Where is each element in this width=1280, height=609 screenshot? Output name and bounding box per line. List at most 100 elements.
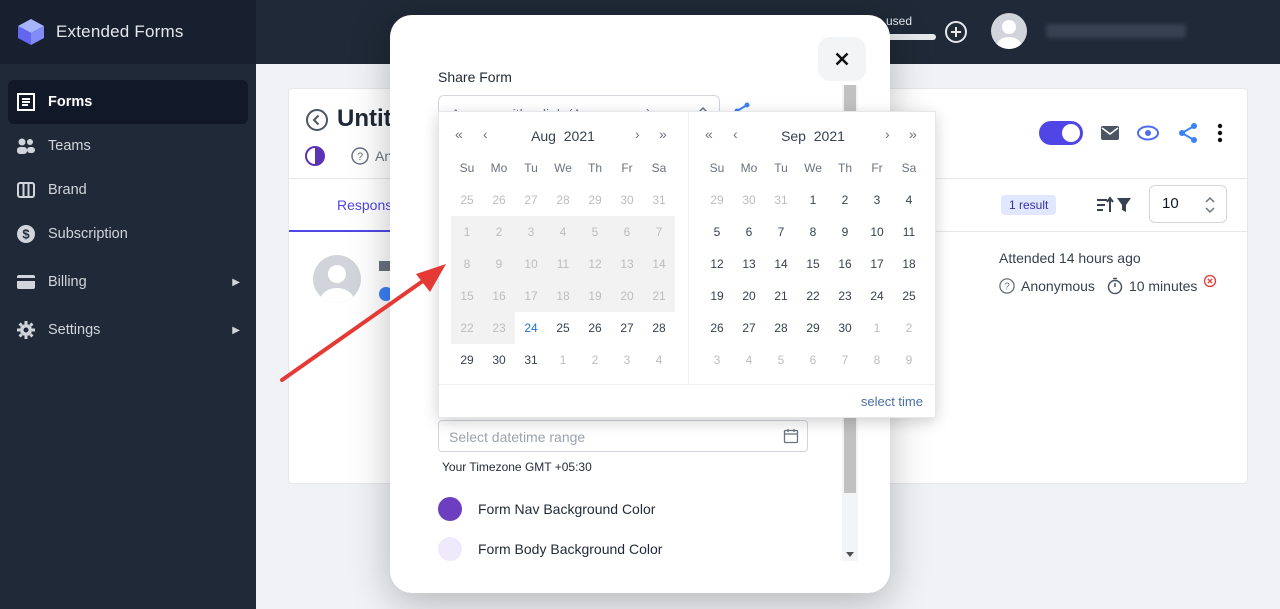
calendar-day[interactable]: 7 — [765, 216, 797, 248]
calendar-day[interactable]: 19 — [701, 280, 733, 312]
month-label[interactable]: Aug — [531, 128, 556, 144]
body-color-label: Form Body Background Color — [478, 541, 663, 557]
sidebar: Extended Forms Forms Teams Brand $ Subsc… — [0, 0, 256, 609]
timezone-label: Your Timezone GMT +05:30 — [442, 460, 592, 474]
calendar-day[interactable]: 27 — [611, 312, 643, 344]
month-title[interactable]: Sep 2021 — [689, 128, 937, 144]
chevron-up-down-icon — [1205, 196, 1215, 214]
calendar-day[interactable]: 16 — [829, 248, 861, 280]
calendar-day: 23 — [483, 312, 515, 344]
month-title[interactable]: Aug 2021 — [439, 128, 687, 144]
calendar-day[interactable]: 24 — [515, 312, 547, 344]
respondent-name: Anonymous — [1021, 278, 1095, 294]
calendar-day[interactable]: 13 — [733, 248, 765, 280]
calendar-day[interactable]: 23 — [829, 280, 861, 312]
body-color-swatch[interactable] — [438, 537, 462, 561]
calendar-day[interactable]: 10 — [861, 216, 893, 248]
calendar-day: 10 — [515, 248, 547, 280]
question-circle-icon: ? — [351, 147, 369, 165]
year-label[interactable]: 2021 — [564, 128, 595, 144]
brand-icon — [16, 180, 36, 200]
calendar-grid: Su Mo Tu We Th Fr Sa 29 30 31 1 2 3 4 5 6 7 8 9 10 11 12 13 14 1… — [701, 152, 925, 376]
calendar-day[interactable]: 5 — [701, 216, 733, 248]
back-arrow-icon[interactable] — [305, 108, 329, 132]
page-size-select[interactable]: 10 — [1149, 185, 1227, 223]
calendar-day[interactable]: 18 — [893, 248, 925, 280]
calendar-week-row: 3 4 5 6 7 8 9 — [701, 344, 925, 376]
nav-color-swatch[interactable] — [438, 497, 462, 521]
sidebar-item-brand[interactable]: Brand — [8, 168, 248, 212]
calendar-panel-aug: « ‹ Aug 2021 › » Su Mo Tu We Th Fr Sa 25 26 27 28 2… — [439, 112, 687, 384]
calendar-day[interactable]: 17 — [861, 248, 893, 280]
weekday-label: Th — [587, 161, 602, 175]
brand-header[interactable]: Extended Forms — [0, 0, 256, 64]
sidebar-item-billing[interactable]: Billing ▶ — [8, 260, 248, 304]
sort-filter-icon[interactable] — [1095, 195, 1135, 215]
user-avatar[interactable] — [991, 13, 1027, 49]
next-month-icon[interactable]: › — [635, 126, 640, 142]
attended-time: Attended 14 hours ago — [999, 250, 1141, 266]
calendar-day[interactable]: 28 — [765, 312, 797, 344]
calendar-day[interactable]: 25 — [547, 312, 579, 344]
weekday-label: We — [804, 161, 822, 175]
sidebar-item-forms[interactable]: Forms — [8, 80, 248, 124]
calendar-day[interactable]: 31 — [515, 344, 547, 376]
calendar-day[interactable]: 14 — [765, 248, 797, 280]
calendar-day[interactable]: 20 — [733, 280, 765, 312]
add-circle-icon[interactable] — [944, 20, 968, 44]
calendar-day[interactable]: 26 — [701, 312, 733, 344]
next-year-icon[interactable]: » — [659, 126, 667, 142]
calendar-day: 31 — [774, 193, 788, 207]
sidebar-item-settings[interactable]: Settings ▶ — [8, 308, 248, 352]
eye-icon[interactable] — [1137, 125, 1159, 141]
month-label[interactable]: Sep — [781, 128, 806, 144]
form-active-toggle[interactable] — [1039, 121, 1083, 145]
next-month-icon[interactable]: › — [885, 126, 890, 142]
calendar-day[interactable]: 30 — [829, 312, 861, 344]
calendar-day[interactable]: 24 — [861, 280, 893, 312]
weekday-label: Su — [459, 161, 475, 175]
more-vertical-icon[interactable] — [1217, 123, 1223, 143]
calendar-day[interactable]: 22 — [797, 280, 829, 312]
stopwatch-icon — [1107, 277, 1123, 295]
next-year-icon[interactable]: » — [909, 126, 917, 142]
calendar-day[interactable]: 1 — [797, 184, 829, 216]
calendar-day[interactable]: 21 — [765, 280, 797, 312]
user-name-blurred[interactable] — [1046, 24, 1186, 38]
calendar-day[interactable]: 25 — [893, 280, 925, 312]
calendar-day[interactable]: 8 — [797, 216, 829, 248]
calendar-day[interactable]: 6 — [733, 216, 765, 248]
sidebar-item-teams[interactable]: Teams — [8, 124, 248, 168]
calendar-day: 14 — [643, 248, 675, 280]
calendar-day[interactable]: 3 — [861, 184, 893, 216]
body-color-row[interactable]: Form Body Background Color — [438, 537, 662, 561]
close-circle-icon[interactable] — [1203, 274, 1217, 288]
scroll-down-icon[interactable] — [846, 552, 854, 557]
sidebar-item-subscription[interactable]: $ Subscription — [8, 212, 248, 256]
calendar-day[interactable]: 28 — [643, 312, 675, 344]
nav-color-row[interactable]: Form Nav Background Color — [438, 497, 655, 521]
calendar-icon — [783, 429, 799, 444]
year-label[interactable]: 2021 — [814, 128, 845, 144]
share-icon[interactable] — [1177, 122, 1199, 144]
calendar-day[interactable]: 29 — [797, 312, 829, 344]
mail-icon[interactable] — [1101, 126, 1119, 140]
tab-responses[interactable]: Respons — [337, 197, 392, 213]
select-time-link[interactable]: select time — [861, 394, 923, 409]
weekday-label: We — [554, 161, 572, 175]
share-form-label: Share Form — [438, 69, 512, 85]
calendar-day[interactable]: 4 — [893, 184, 925, 216]
calendar-day[interactable]: 26 — [579, 312, 611, 344]
close-button[interactable] — [818, 37, 866, 81]
calendar-day[interactable]: 9 — [829, 216, 861, 248]
datetime-range-input[interactable]: Select datetime range — [438, 420, 808, 452]
calendar-day[interactable]: 30 — [483, 344, 515, 376]
sidebar-item-label: Settings — [48, 322, 101, 338]
form-title: Untit — [337, 105, 392, 132]
calendar-day[interactable]: 15 — [797, 248, 829, 280]
calendar-day[interactable]: 2 — [829, 184, 861, 216]
weekday-label: Fr — [871, 161, 883, 175]
calendar-day[interactable]: 11 — [893, 216, 925, 248]
calendar-day[interactable]: 27 — [733, 312, 765, 344]
calendar-day[interactable]: 12 — [701, 248, 733, 280]
